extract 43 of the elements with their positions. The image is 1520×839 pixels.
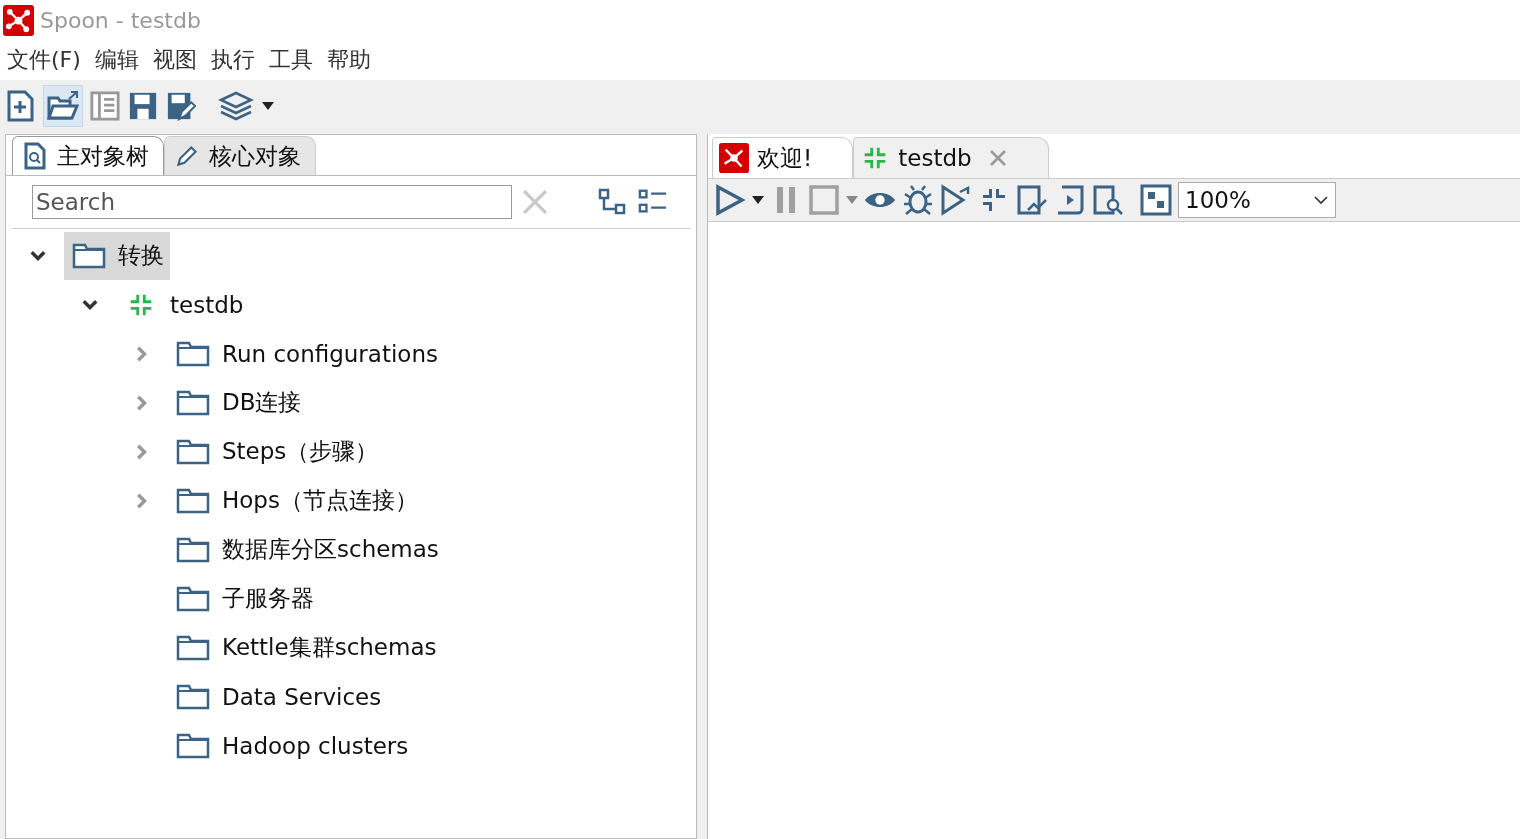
app-logo-icon (719, 143, 749, 173)
tree-item[interactable]: 子服务器 (168, 574, 320, 623)
menu-item[interactable]: 执行 (210, 45, 255, 75)
database-search-icon[interactable] (1092, 184, 1124, 216)
tree-item[interactable]: Hadoop clusters (168, 721, 415, 770)
window-title: Spoon - testdb (40, 7, 201, 33)
panel-tab[interactable]: 主对象树 (12, 136, 164, 175)
tree-item[interactable]: 转换 (64, 231, 170, 280)
tree-item[interactable]: Run configurations (168, 329, 444, 378)
panel-tab[interactable]: 核心对象 (164, 136, 316, 175)
caret-icon[interactable] (262, 102, 274, 110)
menu-item[interactable]: 文件(F) (7, 45, 81, 75)
search-field[interactable]: Search (32, 185, 512, 219)
new-file-icon[interactable] (6, 90, 36, 122)
editor-tab[interactable]: 欢迎! (712, 137, 854, 178)
list-icon[interactable] (638, 188, 668, 216)
open-folder-icon[interactable] (44, 86, 82, 126)
menu-item[interactable]: 帮助 (326, 45, 371, 75)
caret-icon[interactable] (752, 196, 764, 204)
chevron-down-icon (1313, 195, 1329, 205)
play-icon[interactable] (714, 184, 746, 216)
grid-icon[interactable] (1140, 184, 1172, 216)
play-arrow-icon[interactable] (940, 184, 972, 216)
tree-item[interactable]: Kettle集群schemas (168, 623, 443, 672)
tree-item[interactable]: Hops（节点连接） (168, 476, 424, 525)
zoom-dropdown[interactable]: 100% (1178, 182, 1336, 218)
bug-icon[interactable] (902, 184, 934, 216)
save-icon[interactable] (128, 90, 158, 122)
layers-icon[interactable] (218, 90, 254, 122)
expand-tree-icon[interactable] (598, 188, 628, 216)
menu-item[interactable]: 编辑 (94, 45, 139, 75)
document-chart-icon[interactable] (1016, 184, 1048, 216)
tree-item[interactable]: Steps（步骤） (168, 427, 385, 476)
menu-item[interactable]: 工具 (268, 45, 313, 75)
save-as-icon[interactable] (166, 90, 196, 122)
tree-item[interactable]: Data Services (168, 672, 388, 721)
app-logo-icon (3, 4, 34, 36)
menu-item[interactable]: 视图 (152, 45, 197, 75)
tree-item[interactable]: DB连接 (168, 378, 308, 427)
tree-item[interactable]: testdb (116, 280, 250, 329)
editor-tab[interactable]: testdb (853, 137, 1049, 178)
document-search-icon (23, 142, 47, 170)
tree-item[interactable]: 数据库分区schemas (168, 525, 445, 574)
